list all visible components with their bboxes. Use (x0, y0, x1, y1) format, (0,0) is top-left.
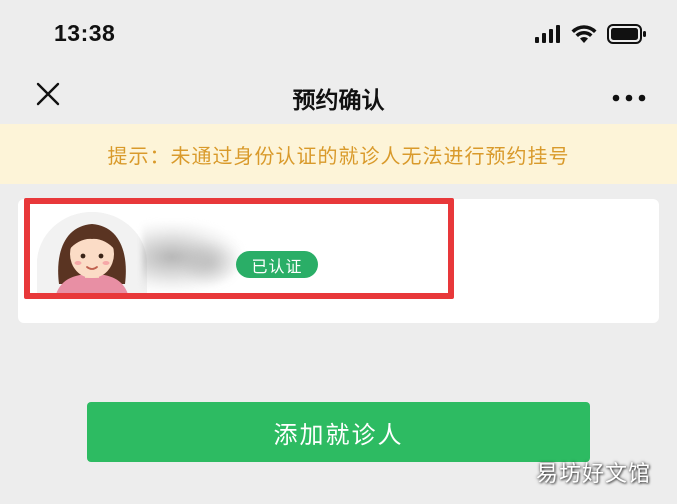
status-time: 13:38 (54, 20, 116, 46)
tip-text: 提示：未通过身份认证的就诊人无法进行预约挂号 (107, 143, 570, 168)
status-bar: 13:38 (0, 0, 677, 68)
watermark: 易坊好文馆 (535, 462, 651, 487)
tip-banner: 提示：未通过身份认证的就诊人无法进行预约挂号 (0, 124, 677, 184)
page-title: 预约确认 (292, 88, 385, 114)
status-icons (535, 24, 647, 48)
more-button[interactable] (609, 82, 649, 110)
highlight-annotation (24, 198, 454, 299)
battery-icon (607, 24, 647, 48)
signal-icon (535, 25, 561, 47)
nav-bar: 预约确认 (0, 68, 677, 124)
wifi-icon (571, 24, 597, 48)
add-patient-button[interactable]: 添加就诊人 (87, 402, 590, 462)
more-icon (612, 87, 646, 106)
